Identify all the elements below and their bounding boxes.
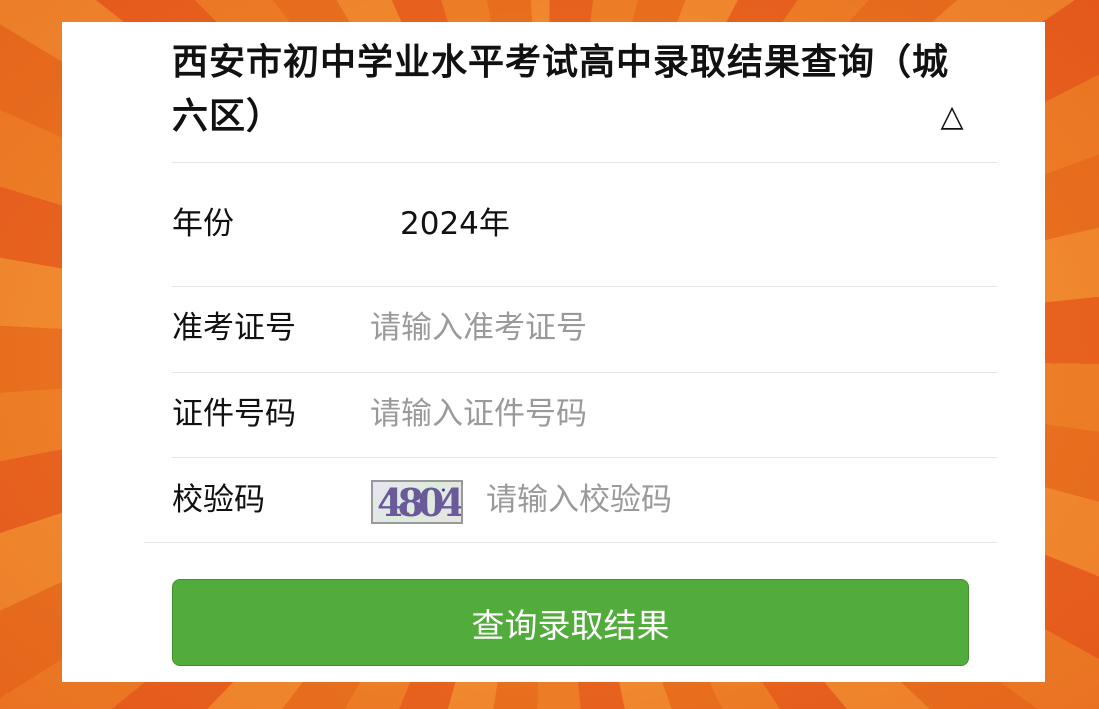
divider: [172, 286, 997, 287]
page-title: 西安市初中学业水平考试高中录取结果查询（城六区）: [172, 42, 950, 137]
exam-number-input[interactable]: [370, 308, 970, 348]
year-value[interactable]: 2024年: [400, 204, 510, 244]
divider: [172, 372, 997, 373]
year-label: 年份: [172, 206, 234, 242]
exam-number-label: 准考证号: [172, 310, 296, 346]
query-card: 西安市初中学业水平考试高中录取结果查询（城六区） △ 年份 2024年 准考证号…: [62, 22, 1045, 682]
captcha-image[interactable]: 4804: [371, 480, 463, 524]
captcha-label: 校验码: [172, 482, 265, 518]
query-result-button[interactable]: 查询录取结果: [172, 579, 969, 666]
id-number-label: 证件号码: [172, 396, 296, 432]
captcha-text: 4804: [377, 480, 461, 524]
divider: [172, 162, 997, 163]
id-number-input[interactable]: [370, 394, 970, 434]
divider: [144, 542, 997, 543]
captcha-input[interactable]: [486, 480, 956, 520]
divider: [172, 457, 997, 458]
triangle-up-icon[interactable]: △: [937, 102, 967, 132]
